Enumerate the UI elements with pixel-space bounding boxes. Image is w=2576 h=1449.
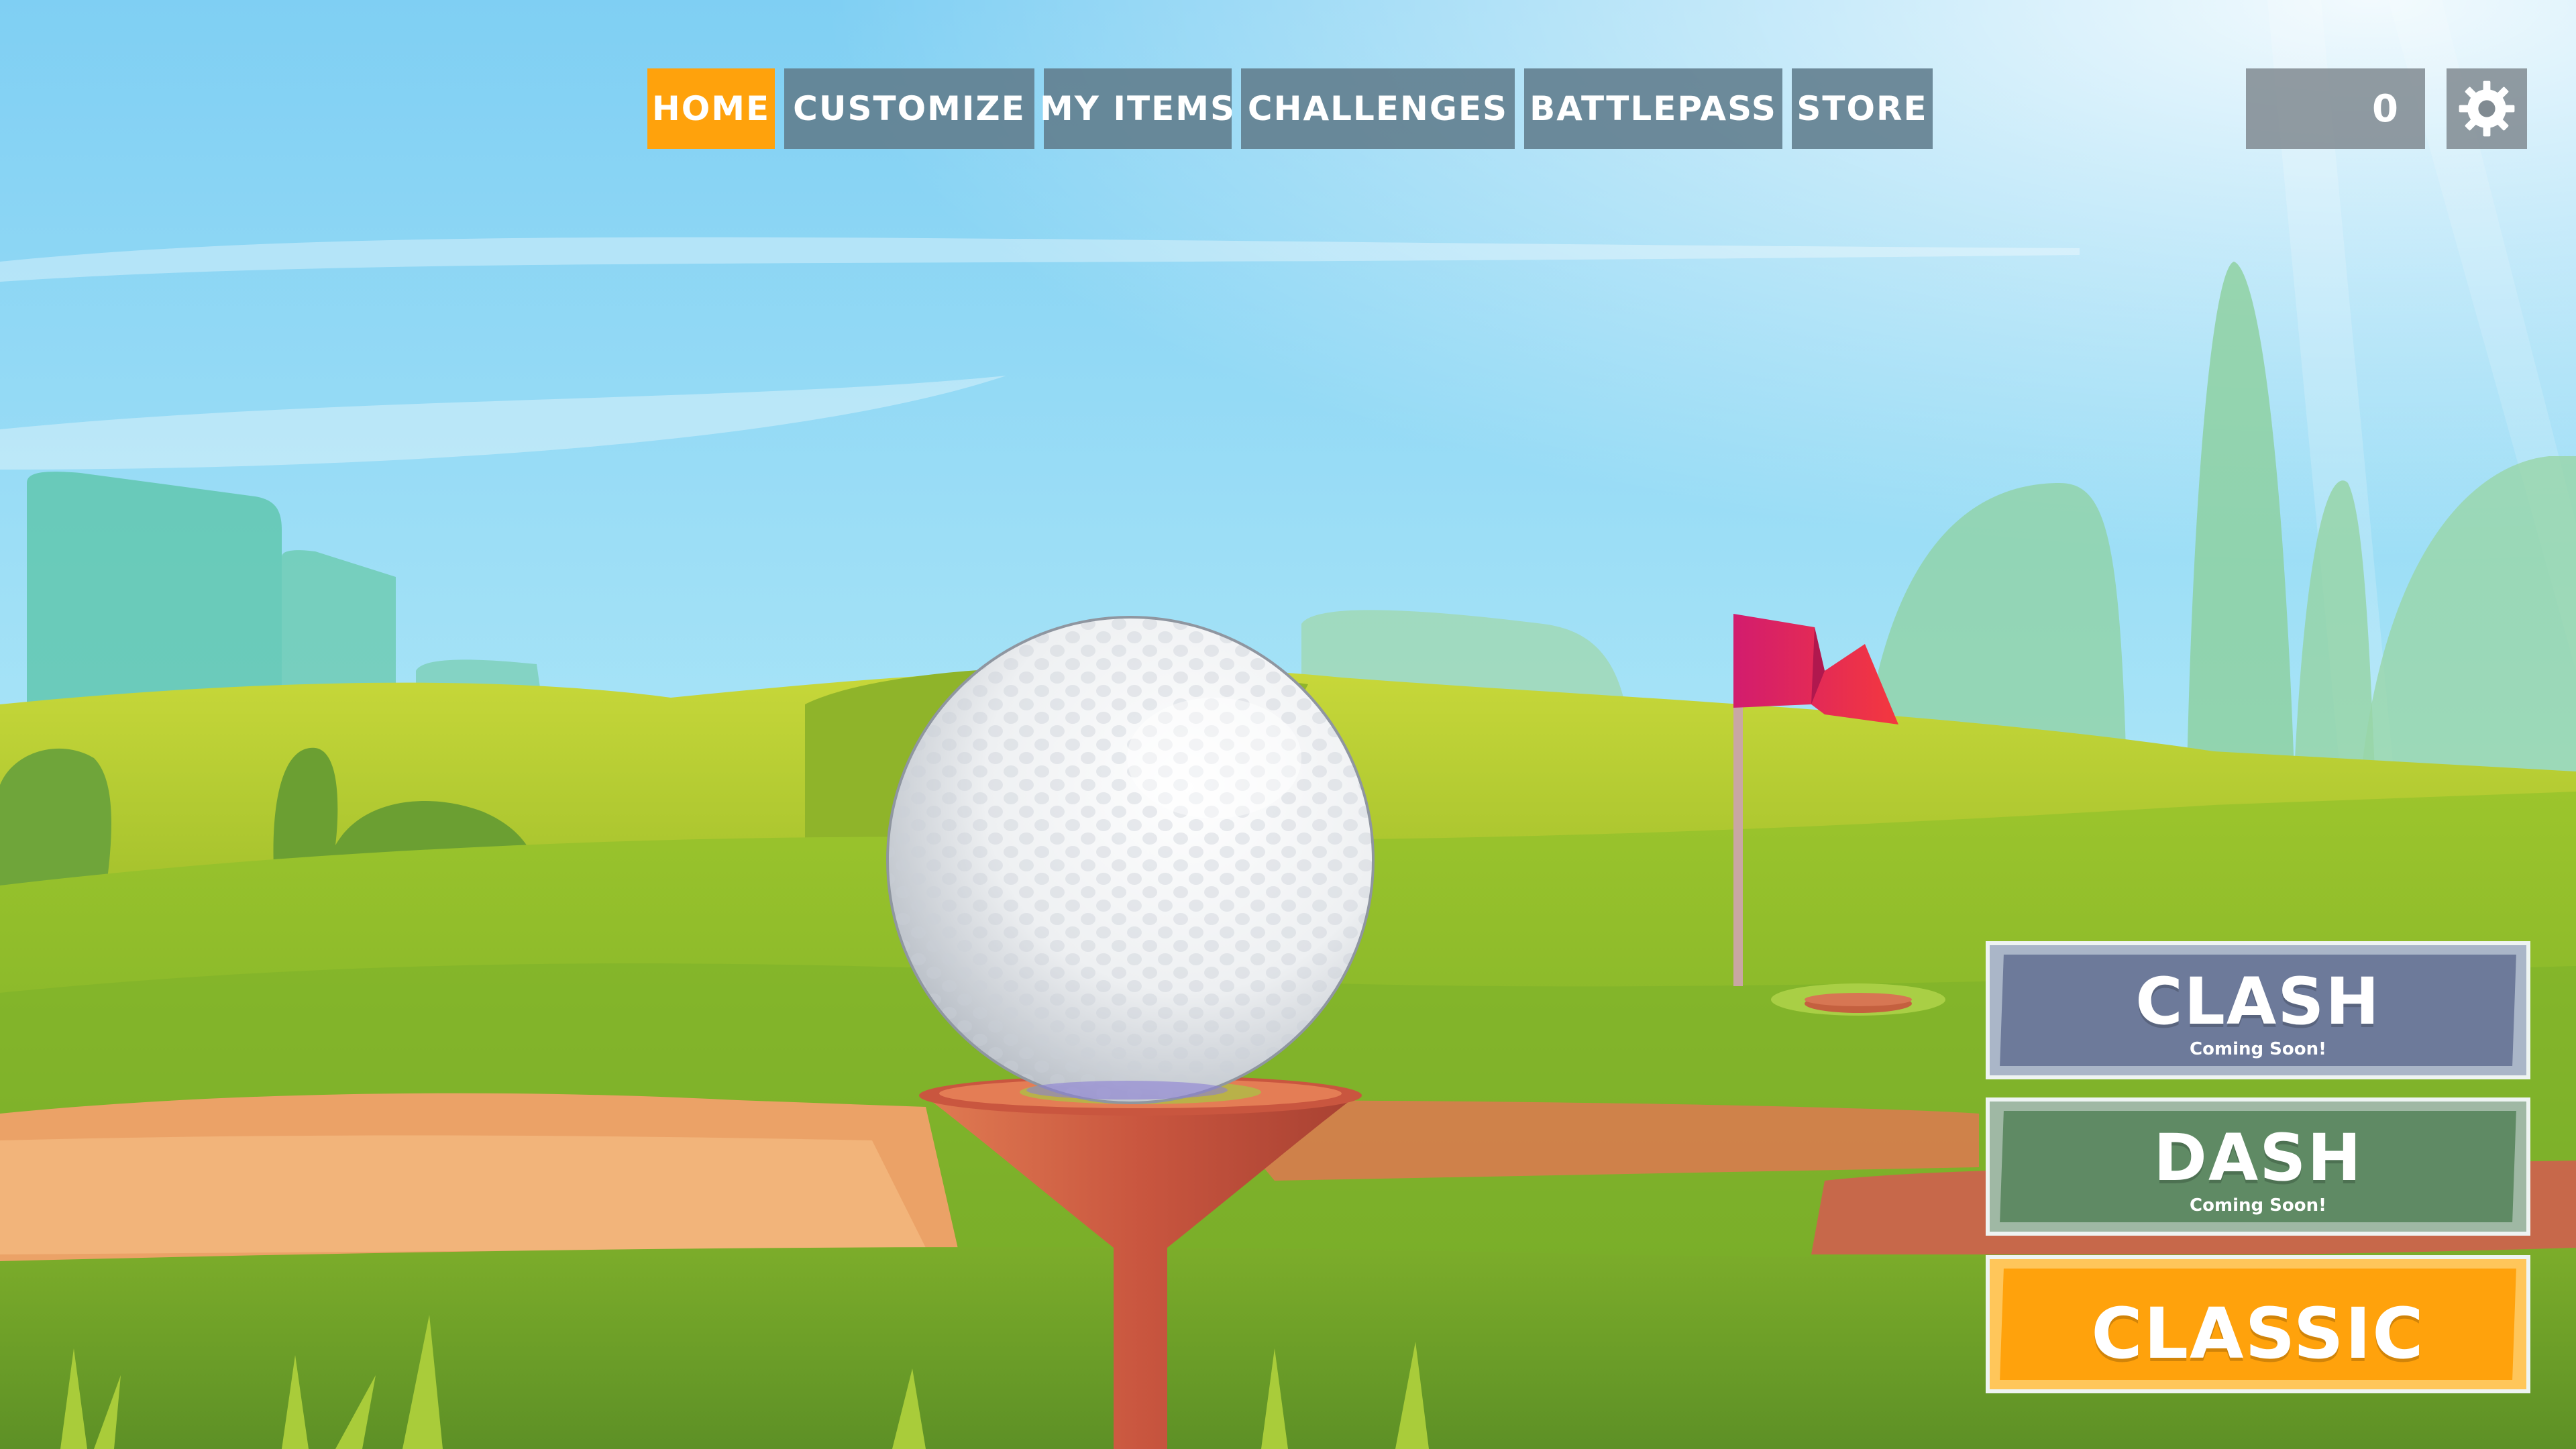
classic-mode-title: CLASSIC — [2091, 1293, 2425, 1375]
dash-mode-button[interactable]: DASH Coming Soon! — [1986, 1097, 2530, 1236]
tab-my-items[interactable]: MY ITEMS — [1040, 68, 1234, 149]
tab-customize[interactable]: CUSTOMIZE — [784, 68, 1034, 149]
settings-button[interactable] — [2447, 68, 2527, 149]
dash-coming-soon-label: Coming Soon! — [2190, 1195, 2326, 1216]
main-nav: HOME CUSTOMIZE MY ITEMS CHALLENGES BATTL… — [647, 68, 1942, 149]
clash-coming-soon-label: Coming Soon! — [2190, 1039, 2326, 1059]
tab-home[interactable]: HOME — [647, 68, 775, 149]
golf-ball — [886, 616, 1375, 1104]
classic-mode-button[interactable]: CLASSIC — [1986, 1255, 2530, 1393]
clash-mode-title: CLASH — [2135, 964, 2381, 1039]
gear-icon — [2459, 80, 2515, 137]
tab-challenges[interactable]: CHALLENGES — [1241, 68, 1515, 149]
tab-battlepass[interactable]: BATTLEPASS — [1524, 68, 1782, 149]
dash-mode-title: DASH — [2153, 1120, 2363, 1195]
clash-mode-button[interactable]: CLASH Coming Soon! — [1986, 941, 2530, 1079]
tab-store[interactable]: STORE — [1792, 68, 1933, 149]
currency-counter: 0 — [2246, 68, 2425, 149]
currency-value: 0 — [2372, 87, 2398, 131]
